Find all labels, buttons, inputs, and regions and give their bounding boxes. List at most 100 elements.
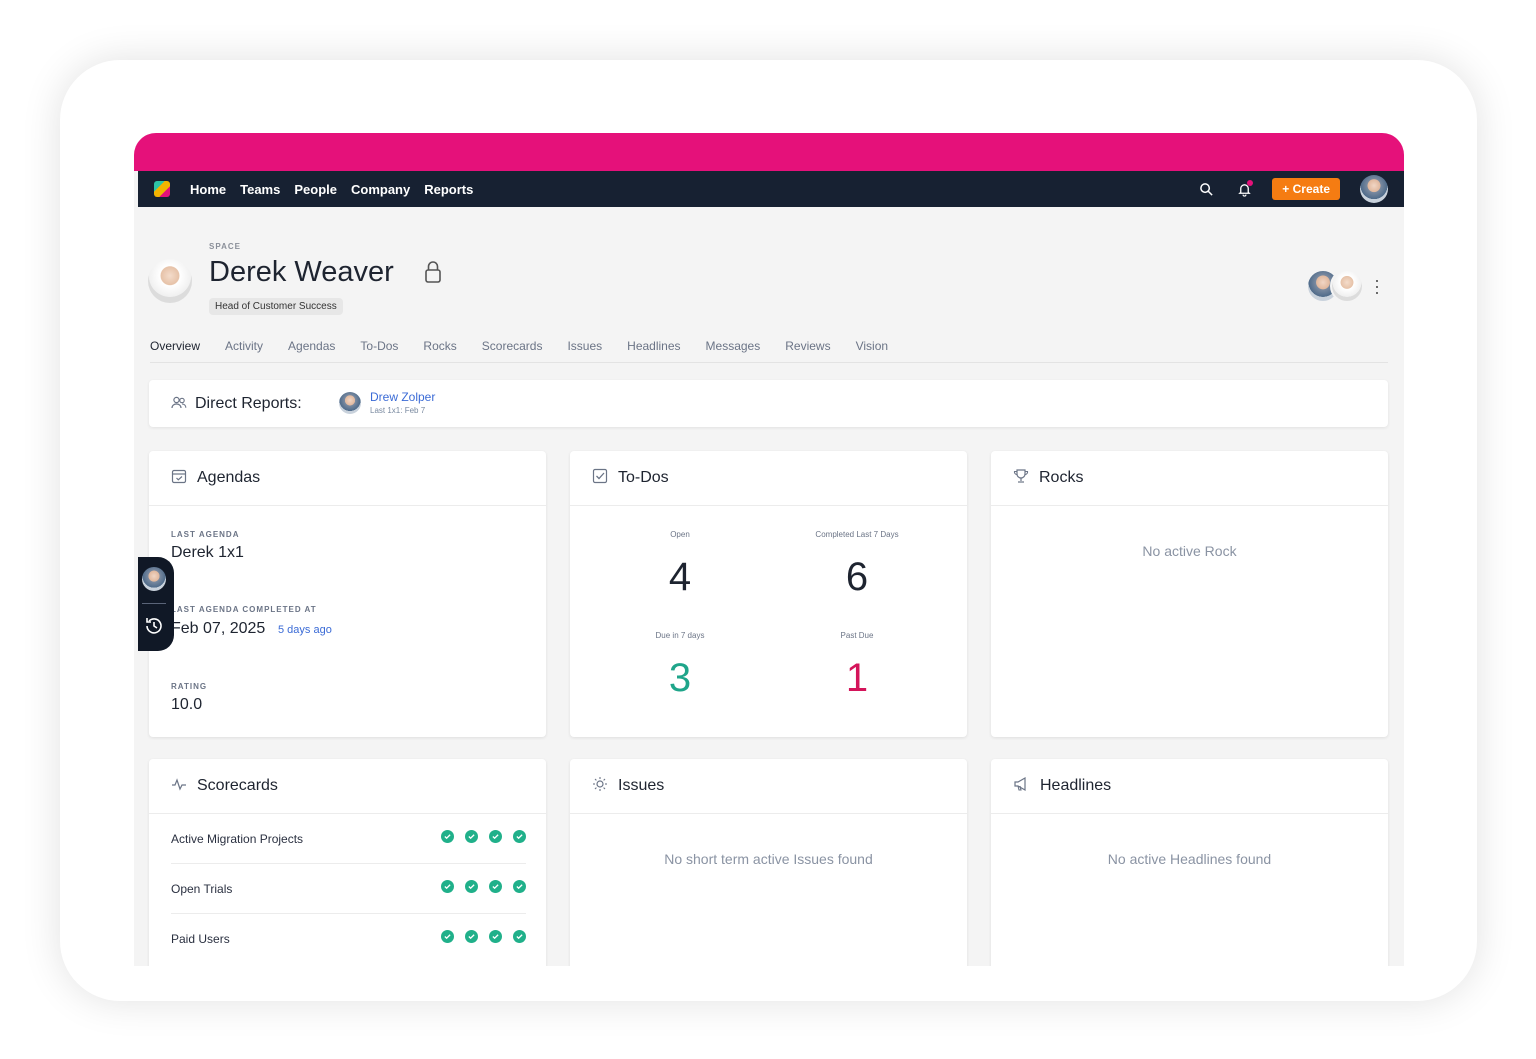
app-logo[interactable]: [154, 181, 170, 197]
agendas-card: Agendas LAST AGENDA Derek 1x1 LAST AGEND…: [149, 451, 546, 737]
completed-label: Completed Last 7 Days: [815, 530, 899, 539]
space-tabs: Overview Activity Agendas To-Dos Rocks S…: [150, 339, 1388, 363]
rating-value: 10.0: [171, 696, 203, 713]
nav-company[interactable]: Company: [351, 182, 410, 197]
notification-dot: [1247, 180, 1254, 186]
nav-teams[interactable]: Teams: [240, 182, 280, 197]
calendar-icon: [171, 468, 187, 489]
check-icon: [489, 830, 502, 843]
lock-icon: [424, 260, 442, 289]
tab-headlines[interactable]: Headlines: [627, 339, 680, 362]
open-count[interactable]: 4: [630, 555, 730, 600]
check-icon: [465, 880, 478, 893]
last-agenda-label: LAST AGENDA: [171, 530, 240, 539]
due-label: Due in 7 days: [655, 631, 705, 640]
card-header: Headlines: [991, 759, 1388, 814]
empty-state: No active Rock: [1142, 543, 1237, 559]
headlines-card: Headlines No active Headlines found: [991, 759, 1388, 966]
scorecard-row[interactable]: Active Migration Projects: [171, 814, 526, 864]
scorecard-row[interactable]: Paid Users: [171, 914, 526, 964]
card-header: Agendas: [149, 451, 546, 506]
member-avatars[interactable]: [1306, 269, 1364, 303]
check-icon: [513, 880, 526, 893]
nav-links: Home Teams People Company Reports: [190, 182, 487, 197]
tab-activity[interactable]: Activity: [225, 339, 263, 362]
scorecard-name: Open Trials: [171, 882, 233, 896]
checkbox-icon: [592, 468, 608, 489]
report-name-link[interactable]: Drew Zolper: [370, 390, 435, 404]
tab-issues[interactable]: Issues: [567, 339, 602, 362]
tab-rocks[interactable]: Rocks: [423, 339, 456, 362]
scorecard-name: Active Migration Projects: [171, 832, 304, 846]
completed-count[interactable]: 6: [807, 555, 907, 600]
page-title: Derek Weaver: [209, 256, 394, 288]
more-vertical-icon[interactable]: · · ·: [1374, 271, 1380, 301]
sun-icon: [592, 776, 608, 797]
past-due-count[interactable]: 1: [807, 656, 907, 701]
check-icon: [465, 930, 478, 943]
card-title[interactable]: Scorecards: [197, 777, 278, 795]
floating-side-widget: [138, 557, 174, 651]
nav-home[interactable]: Home: [190, 182, 226, 197]
tab-todos[interactable]: To-Dos: [360, 339, 398, 362]
check-icon: [441, 930, 454, 943]
member-avatar: [1330, 269, 1364, 303]
person-avatar: [148, 259, 192, 303]
rating-label: RATING: [171, 682, 208, 691]
tab-scorecards[interactable]: Scorecards: [482, 339, 543, 362]
user-avatar[interactable]: [1360, 175, 1388, 203]
last-agenda-link[interactable]: Derek 1x1: [171, 544, 244, 562]
space-header: SPACE Derek Weaver Head of Customer Succ…: [134, 207, 1404, 357]
floater-avatar[interactable]: [142, 567, 166, 591]
check-icon: [441, 880, 454, 893]
space-label: SPACE: [209, 242, 241, 251]
top-nav: Home Teams People Company Reports + Crea…: [138, 171, 1404, 207]
tab-vision[interactable]: Vision: [856, 339, 888, 362]
search-icon[interactable]: [1196, 179, 1216, 199]
nav-people[interactable]: People: [294, 182, 337, 197]
check-icon: [513, 830, 526, 843]
bell-icon[interactable]: [1234, 179, 1254, 199]
app-window: Home Teams People Company Reports + Crea…: [134, 133, 1404, 966]
card-title[interactable]: To-Dos: [618, 469, 669, 487]
scorecard-row[interactable]: Open Trials: [171, 864, 526, 914]
card-title[interactable]: Headlines: [1040, 777, 1111, 795]
past-due-label: Past Due: [840, 631, 874, 640]
empty-state: No active Headlines found: [1107, 851, 1272, 867]
tab-reviews[interactable]: Reviews: [785, 339, 830, 362]
empty-state: No short term active Issues found: [664, 851, 873, 867]
create-button[interactable]: + Create: [1272, 178, 1340, 200]
accent-bar: [134, 133, 1404, 171]
card-header: Issues: [570, 759, 967, 814]
nav-reports[interactable]: Reports: [424, 182, 473, 197]
check-icon: [441, 830, 454, 843]
tab-overview[interactable]: Overview: [150, 339, 200, 362]
card-title[interactable]: Issues: [618, 777, 664, 795]
check-icon: [513, 930, 526, 943]
scorecard-checks: [430, 930, 526, 943]
check-icon: [465, 830, 478, 843]
rocks-card: Rocks No active Rock: [991, 451, 1388, 737]
issues-card: Issues No short term active Issues found: [570, 759, 967, 966]
role-badge: Head of Customer Success: [209, 298, 343, 315]
tab-agendas[interactable]: Agendas: [288, 339, 335, 362]
direct-reports-bar: Direct Reports: Drew Zolper Last 1x1: Fe…: [149, 380, 1388, 427]
card-title[interactable]: Agendas: [197, 469, 260, 487]
card-header: Rocks: [991, 451, 1388, 506]
card-header: To-Dos: [570, 451, 967, 506]
trophy-icon: [1013, 468, 1029, 489]
completed-ago: 5 days ago: [278, 624, 332, 636]
pulse-icon: [171, 776, 187, 797]
people-icon: [171, 396, 187, 415]
check-icon: [489, 930, 502, 943]
report-avatar[interactable]: [339, 392, 361, 414]
card-title[interactable]: Rocks: [1039, 469, 1083, 487]
history-icon[interactable]: [143, 615, 165, 642]
due-count[interactable]: 3: [630, 656, 730, 701]
scorecards-card: Scorecards Active Migration Projects Ope…: [149, 759, 546, 966]
nav-actions: + Create: [1196, 171, 1388, 207]
report-last-1x1: Last 1x1: Feb 7: [370, 406, 426, 415]
megaphone-icon: [1013, 776, 1030, 797]
card-header: Scorecards: [149, 759, 546, 814]
tab-messages[interactable]: Messages: [706, 339, 761, 362]
